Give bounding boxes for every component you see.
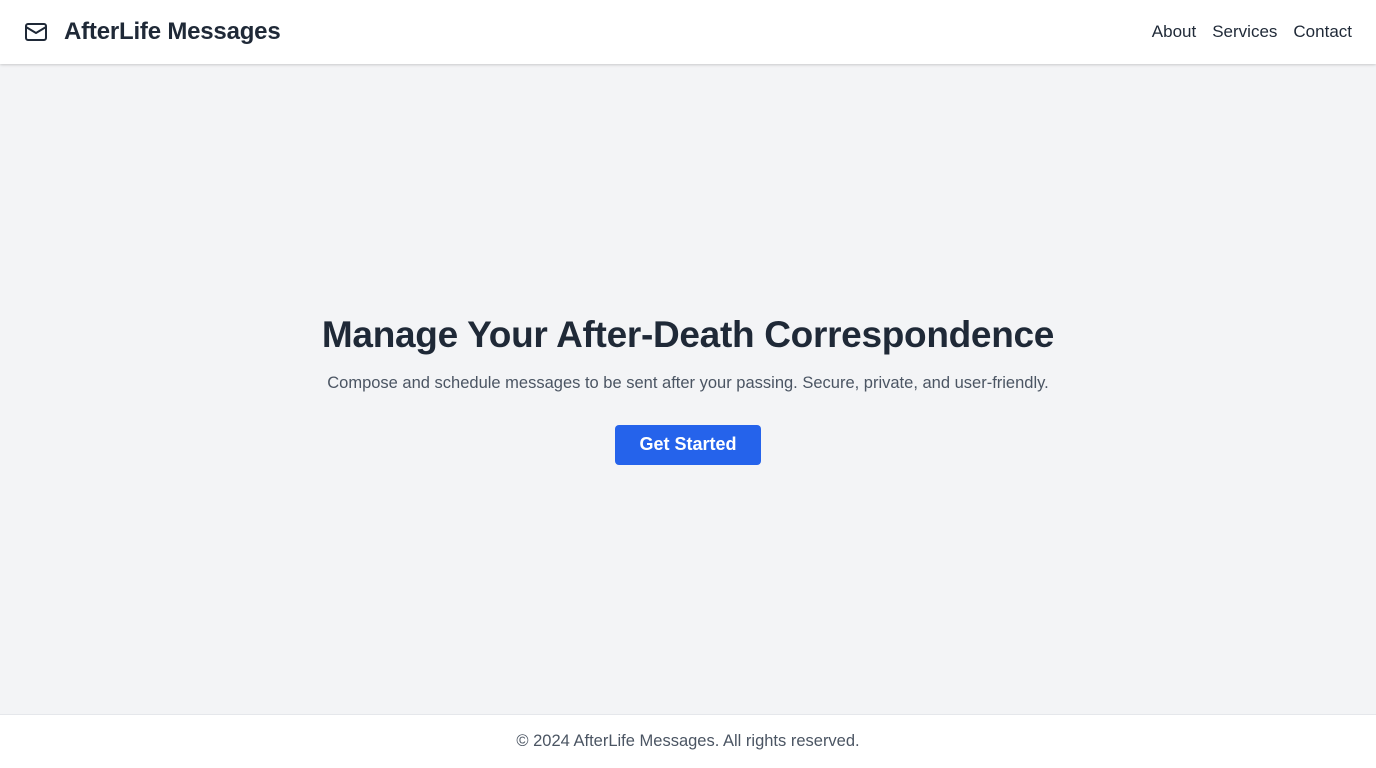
page: AfterLife Messages About Services Contac… (0, 0, 1376, 768)
brand[interactable]: AfterLife Messages (24, 18, 281, 46)
hero-section: Manage Your After-Death Correspondence C… (0, 64, 1376, 714)
hero-title: Manage Your After-Death Correspondence (321, 313, 1055, 355)
main-nav: About Services Contact (1152, 22, 1352, 42)
mail-icon (24, 20, 48, 44)
site-title: AfterLife Messages (64, 18, 281, 45)
site-footer: © 2024 AfterLife Messages. All rights re… (0, 714, 1376, 768)
nav-link-about[interactable]: About (1152, 22, 1196, 42)
hero-subtitle: Compose and schedule messages to be sent… (327, 373, 1049, 392)
copyright-text: © 2024 AfterLife Messages. All rights re… (516, 732, 860, 750)
get-started-button[interactable]: Get Started (615, 424, 761, 465)
nav-link-contact[interactable]: Contact (1293, 22, 1352, 42)
site-header: AfterLife Messages About Services Contac… (0, 0, 1376, 64)
nav-link-services[interactable]: Services (1212, 22, 1277, 42)
